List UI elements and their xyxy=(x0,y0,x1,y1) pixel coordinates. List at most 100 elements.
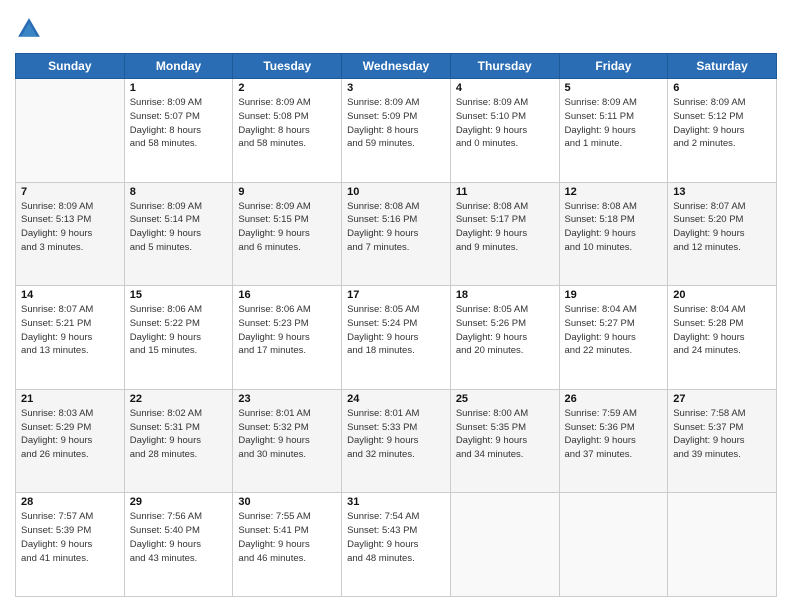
calendar-cell xyxy=(450,493,559,597)
calendar-cell: 23 Sunrise: 8:01 AMSunset: 5:32 PMDayligh… xyxy=(233,389,342,493)
day-info: Sunrise: 8:06 AMSunset: 5:22 PMDaylight:… xyxy=(130,303,228,358)
day-number: 4 xyxy=(456,82,554,94)
day-info: Sunrise: 8:09 AMSunset: 5:08 PMDaylight:… xyxy=(238,96,336,151)
day-number: 19 xyxy=(565,289,663,301)
day-number: 5 xyxy=(565,82,663,94)
day-info: Sunrise: 8:08 AMSunset: 5:16 PMDaylight:… xyxy=(347,200,445,255)
weekday-header-monday: Monday xyxy=(124,54,233,79)
calendar-cell: 10 Sunrise: 8:08 AMSunset: 5:16 PMDayligh… xyxy=(342,182,451,286)
day-number: 18 xyxy=(456,289,554,301)
calendar-cell: 27 Sunrise: 7:58 AMSunset: 5:37 PMDayligh… xyxy=(668,389,777,493)
day-number: 16 xyxy=(238,289,336,301)
weekday-header-friday: Friday xyxy=(559,54,668,79)
day-info: Sunrise: 8:04 AMSunset: 5:27 PMDaylight:… xyxy=(565,303,663,358)
day-info: Sunrise: 8:08 AMSunset: 5:18 PMDaylight:… xyxy=(565,200,663,255)
day-number: 29 xyxy=(130,496,228,508)
logo-icon xyxy=(15,15,43,43)
day-number: 22 xyxy=(130,393,228,405)
day-number: 6 xyxy=(673,82,771,94)
calendar-cell: 7 Sunrise: 8:09 AMSunset: 5:13 PMDaylight… xyxy=(16,182,125,286)
day-info: Sunrise: 8:09 AMSunset: 5:13 PMDaylight:… xyxy=(21,200,119,255)
header xyxy=(15,15,777,43)
day-info: Sunrise: 8:05 AMSunset: 5:24 PMDaylight:… xyxy=(347,303,445,358)
logo xyxy=(15,15,47,43)
calendar-cell: 24 Sunrise: 8:01 AMSunset: 5:33 PMDayligh… xyxy=(342,389,451,493)
day-number: 7 xyxy=(21,186,119,198)
day-number: 21 xyxy=(21,393,119,405)
day-info: Sunrise: 7:55 AMSunset: 5:41 PMDaylight:… xyxy=(238,510,336,565)
calendar-cell: 28 Sunrise: 7:57 AMSunset: 5:39 PMDayligh… xyxy=(16,493,125,597)
day-info: Sunrise: 7:54 AMSunset: 5:43 PMDaylight:… xyxy=(347,510,445,565)
calendar-cell: 26Sunrise: 7:59 AMSunset: 5:36 PMDayligh… xyxy=(559,389,668,493)
day-number: 17 xyxy=(347,289,445,301)
day-info: Sunrise: 8:08 AMSunset: 5:17 PMDaylight:… xyxy=(456,200,554,255)
day-number: 31 xyxy=(347,496,445,508)
week-row-3: 21 Sunrise: 8:03 AMSunset: 5:29 PMDayligh… xyxy=(16,389,777,493)
day-info: Sunrise: 8:04 AMSunset: 5:28 PMDaylight:… xyxy=(673,303,771,358)
week-row-1: 7 Sunrise: 8:09 AMSunset: 5:13 PMDaylight… xyxy=(16,182,777,286)
day-number: 9 xyxy=(238,186,336,198)
weekday-header-row: SundayMondayTuesdayWednesdayThursdayFrid… xyxy=(16,54,777,79)
week-row-4: 28 Sunrise: 7:57 AMSunset: 5:39 PMDayligh… xyxy=(16,493,777,597)
day-info: Sunrise: 8:07 AMSunset: 5:20 PMDaylight:… xyxy=(673,200,771,255)
day-number: 1 xyxy=(130,82,228,94)
day-info: Sunrise: 8:09 AMSunset: 5:07 PMDaylight:… xyxy=(130,96,228,151)
day-info: Sunrise: 8:01 AMSunset: 5:33 PMDaylight:… xyxy=(347,407,445,462)
day-number: 12 xyxy=(565,186,663,198)
day-info: Sunrise: 8:09 AMSunset: 5:15 PMDaylight:… xyxy=(238,200,336,255)
day-info: Sunrise: 8:09 AMSunset: 5:09 PMDaylight:… xyxy=(347,96,445,151)
day-info: Sunrise: 8:01 AMSunset: 5:32 PMDaylight:… xyxy=(238,407,336,462)
day-info: Sunrise: 8:05 AMSunset: 5:26 PMDaylight:… xyxy=(456,303,554,358)
calendar-cell: 14 Sunrise: 8:07 AMSunset: 5:21 PMDayligh… xyxy=(16,286,125,390)
day-info: Sunrise: 7:56 AMSunset: 5:40 PMDaylight:… xyxy=(130,510,228,565)
week-row-0: 1 Sunrise: 8:09 AMSunset: 5:07 PMDaylight… xyxy=(16,79,777,183)
day-number: 10 xyxy=(347,186,445,198)
day-number: 20 xyxy=(673,289,771,301)
calendar-cell: 18 Sunrise: 8:05 AMSunset: 5:26 PMDayligh… xyxy=(450,286,559,390)
day-number: 13 xyxy=(673,186,771,198)
day-info: Sunrise: 7:57 AMSunset: 5:39 PMDaylight:… xyxy=(21,510,119,565)
weekday-header-saturday: Saturday xyxy=(668,54,777,79)
calendar-cell: 9 Sunrise: 8:09 AMSunset: 5:15 PMDaylight… xyxy=(233,182,342,286)
calendar-cell: 11 Sunrise: 8:08 AMSunset: 5:17 PMDayligh… xyxy=(450,182,559,286)
calendar-cell: 15Sunrise: 8:06 AMSunset: 5:22 PMDayligh… xyxy=(124,286,233,390)
day-number: 27 xyxy=(673,393,771,405)
day-number: 11 xyxy=(456,186,554,198)
day-number: 30 xyxy=(238,496,336,508)
week-row-2: 14 Sunrise: 8:07 AMSunset: 5:21 PMDayligh… xyxy=(16,286,777,390)
calendar-cell: 25 Sunrise: 8:00 AMSunset: 5:35 PMDayligh… xyxy=(450,389,559,493)
day-info: Sunrise: 7:59 AMSunset: 5:36 PMDaylight:… xyxy=(565,407,663,462)
calendar-cell xyxy=(16,79,125,183)
calendar-cell: 17 Sunrise: 8:05 AMSunset: 5:24 PMDayligh… xyxy=(342,286,451,390)
day-info: Sunrise: 8:06 AMSunset: 5:23 PMDaylight:… xyxy=(238,303,336,358)
calendar: SundayMondayTuesdayWednesdayThursdayFrid… xyxy=(15,53,777,597)
calendar-cell: 12 Sunrise: 8:08 AMSunset: 5:18 PMDayligh… xyxy=(559,182,668,286)
day-info: Sunrise: 8:00 AMSunset: 5:35 PMDaylight:… xyxy=(456,407,554,462)
calendar-cell: 3 Sunrise: 8:09 AMSunset: 5:09 PMDaylight… xyxy=(342,79,451,183)
calendar-cell: 2 Sunrise: 8:09 AMSunset: 5:08 PMDaylight… xyxy=(233,79,342,183)
day-info: Sunrise: 8:09 AMSunset: 5:12 PMDaylight:… xyxy=(673,96,771,151)
calendar-cell: 31 Sunrise: 7:54 AMSunset: 5:43 PMDayligh… xyxy=(342,493,451,597)
calendar-cell: 4 Sunrise: 8:09 AMSunset: 5:10 PMDaylight… xyxy=(450,79,559,183)
weekday-header-sunday: Sunday xyxy=(16,54,125,79)
weekday-header-wednesday: Wednesday xyxy=(342,54,451,79)
calendar-cell: 5Sunrise: 8:09 AMSunset: 5:11 PMDaylight… xyxy=(559,79,668,183)
weekday-header-thursday: Thursday xyxy=(450,54,559,79)
day-info: Sunrise: 8:07 AMSunset: 5:21 PMDaylight:… xyxy=(21,303,119,358)
day-info: Sunrise: 8:03 AMSunset: 5:29 PMDaylight:… xyxy=(21,407,119,462)
day-info: Sunrise: 7:58 AMSunset: 5:37 PMDaylight:… xyxy=(673,407,771,462)
day-number: 14 xyxy=(21,289,119,301)
day-number: 24 xyxy=(347,393,445,405)
day-number: 28 xyxy=(21,496,119,508)
day-number: 23 xyxy=(238,393,336,405)
day-number: 25 xyxy=(456,393,554,405)
calendar-cell: 30 Sunrise: 7:55 AMSunset: 5:41 PMDayligh… xyxy=(233,493,342,597)
calendar-cell xyxy=(668,493,777,597)
day-number: 3 xyxy=(347,82,445,94)
calendar-cell: 19 Sunrise: 8:04 AMSunset: 5:27 PMDayligh… xyxy=(559,286,668,390)
page: SundayMondayTuesdayWednesdayThursdayFrid… xyxy=(0,0,792,612)
day-info: Sunrise: 8:09 AMSunset: 5:10 PMDaylight:… xyxy=(456,96,554,151)
day-number: 2 xyxy=(238,82,336,94)
calendar-cell: 29 Sunrise: 7:56 AMSunset: 5:40 PMDayligh… xyxy=(124,493,233,597)
calendar-cell: 16 Sunrise: 8:06 AMSunset: 5:23 PMDayligh… xyxy=(233,286,342,390)
